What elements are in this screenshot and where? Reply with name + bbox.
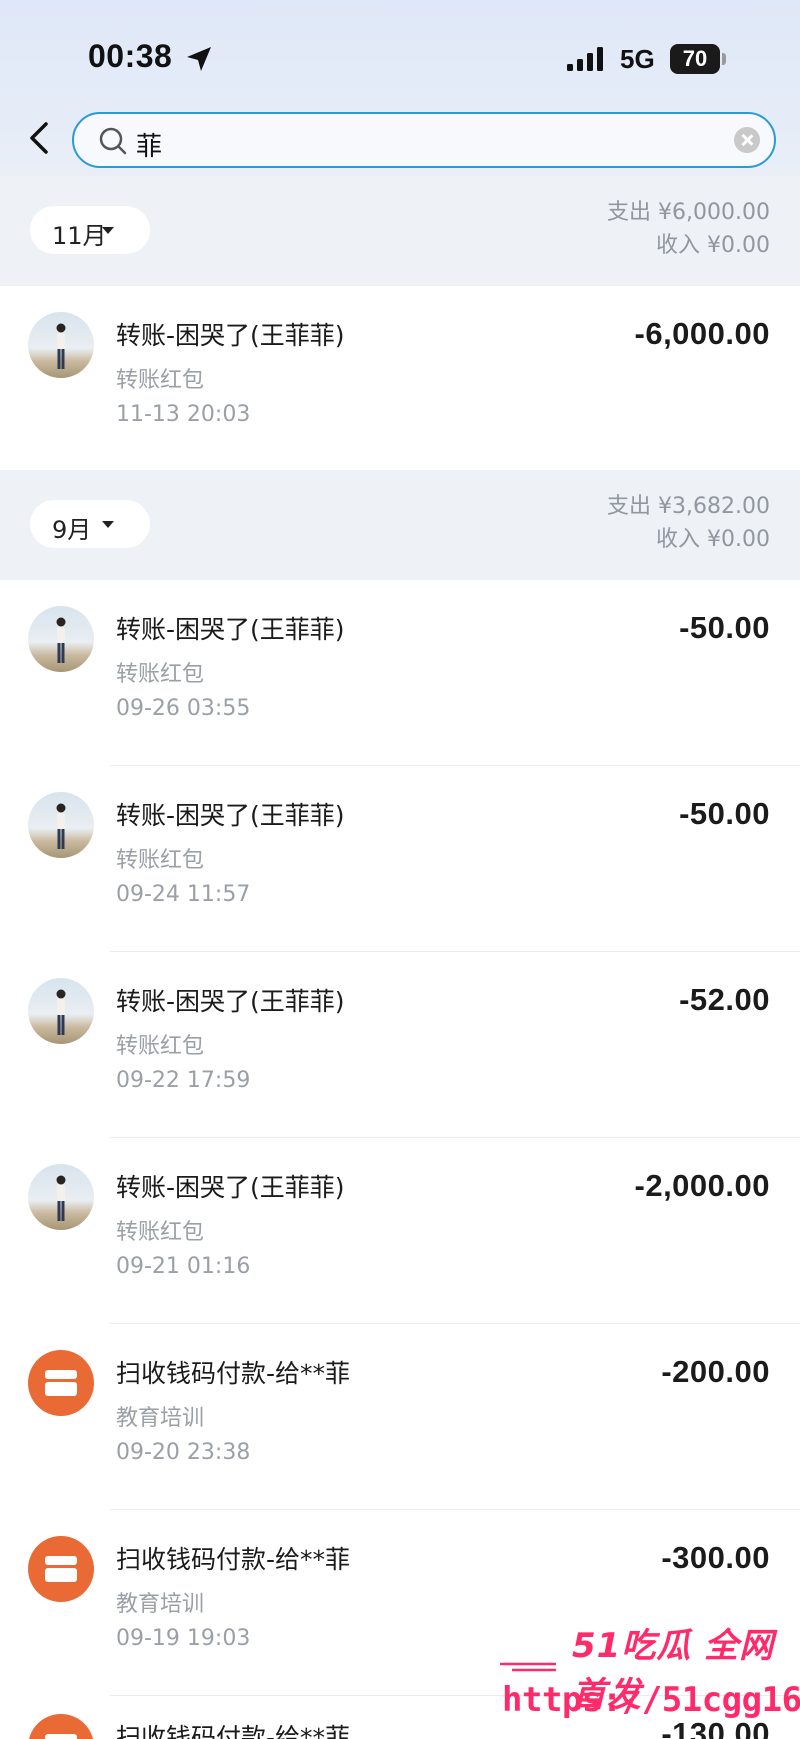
storefront-icon [45,1370,77,1396]
transaction-category: 转账红包 [116,1034,205,1059]
transaction-title: 扫收钱码付款-给**菲 [116,1359,351,1388]
transaction-category: 转账红包 [116,662,205,687]
transaction-category: 转账红包 [116,1220,205,1245]
transaction-title: 转账-困哭了(王菲菲) [116,321,345,350]
status-bar: 00:38 5G 70 [0,0,800,110]
person-silhouette-icon [56,1175,66,1221]
shop-icon [28,1536,94,1602]
transaction-amount: -300.00 [661,1540,770,1575]
month-header-september: 9月 支出 ¥3,682.00 收入 ¥0.00 [0,470,800,580]
transaction-time: 09-21 01:16 [116,1254,251,1279]
storefront-icon [45,1734,77,1739]
month-expense: 支出 ¥3,682.00 [607,494,770,519]
transaction-amount: -2,000.00 [634,1168,770,1203]
transaction-amount: -50.00 [679,796,770,831]
transaction-row[interactable]: 转账-困哭了(王菲菲) 转账红包 09-26 03:55 -50.00 [0,580,800,766]
transaction-time: 09-26 03:55 [116,696,251,721]
month-header-november: 11月 支出 ¥6,000.00 收入 ¥0.00 [0,176,800,286]
avatar [28,606,94,672]
month-filter-button[interactable]: 11月 [30,206,150,254]
person-silhouette-icon [56,803,66,849]
avatar [28,978,94,1044]
transaction-title: 转账-困哭了(王菲菲) [116,801,345,830]
transaction-title: 扫收钱码付款-给**菲 [116,1723,351,1739]
month-summary: 支出 ¥3,682.00 收入 ¥0.00 [607,490,770,556]
person-silhouette-icon [56,323,66,369]
avatar [28,312,94,378]
month-label: 11月 [52,222,107,250]
transaction-category: 转账红包 [116,368,205,393]
month-filter-button[interactable]: 9月 [30,500,150,548]
transaction-row[interactable]: 扫收钱码付款-给**菲 教育培训 09-20 23:38 -200.00 [0,1324,800,1510]
status-time: 00:38 [88,38,173,74]
transaction-category: 教育培训 [116,1406,205,1431]
location-arrow-icon [187,47,211,71]
shop-icon [28,1350,94,1416]
month-income: 收入 ¥0.00 [656,527,770,552]
battery-indicator: 70 [670,44,720,74]
transaction-title: 转账-困哭了(王菲菲) [116,615,345,644]
month-summary: 支出 ¥6,000.00 收入 ¥0.00 [607,196,770,262]
transaction-amount: -200.00 [661,1354,770,1389]
transaction-row[interactable]: 转账-困哭了(王菲菲) 转账红包 09-22 17:59 -52.00 [0,952,800,1138]
month-income: 收入 ¥0.00 [656,233,770,258]
transaction-category: 教育培训 [116,1592,205,1617]
search-query: 菲 [136,132,163,162]
avatar [28,792,94,858]
transaction-amount: -50.00 [679,610,770,645]
transaction-title: 转账-困哭了(王菲菲) [116,987,345,1016]
transaction-category: 转账红包 [116,848,205,873]
back-button[interactable] [20,118,60,158]
watermark-speed-lines [500,1662,556,1672]
battery-cap [722,53,726,65]
storefront-icon [45,1556,77,1582]
month-expense: 支出 ¥6,000.00 [607,200,770,225]
transaction-time: 09-24 11:57 [116,882,251,907]
transaction-time: 09-20 23:38 [116,1440,251,1465]
transaction-time: 11-13 20:03 [116,402,251,427]
caret-down-icon [102,227,114,234]
transaction-row[interactable]: 转账-困哭了(王菲菲) 转账红包 11-13 20:03 -6,000.00 [0,286,800,472]
caret-down-icon [102,521,114,528]
person-silhouette-icon [56,617,66,663]
network-type: 5G [620,44,655,74]
transaction-amount: -52.00 [679,982,770,1017]
month-label: 9月 [52,516,92,544]
shop-icon [28,1714,94,1739]
watermark-url: https://51cgg16.com [502,1680,800,1720]
transaction-time: 09-19 19:03 [116,1626,251,1651]
transaction-title: 扫收钱码付款-给**菲 [116,1545,351,1574]
transaction-search-screen: 00:38 5G 70 菲 11月 支出 ¥6,000.00 收入 ¥0.00 … [0,0,800,1739]
person-silhouette-icon [56,989,66,1035]
transaction-amount: -6,000.00 [634,316,770,351]
transaction-time: 09-22 17:59 [116,1068,251,1093]
transaction-title: 转账-困哭了(王菲菲) [116,1173,345,1202]
transaction-row[interactable]: 转账-困哭了(王菲菲) 转账红包 09-24 11:57 -50.00 [0,766,800,952]
signal-icon [567,47,603,71]
search-icon [99,127,127,155]
search-input[interactable]: 菲 [72,112,776,168]
avatar [28,1164,94,1230]
clear-icon[interactable] [734,127,760,153]
transaction-row[interactable]: 转账-困哭了(王菲菲) 转账红包 09-21 01:16 -2,000.00 [0,1138,800,1324]
